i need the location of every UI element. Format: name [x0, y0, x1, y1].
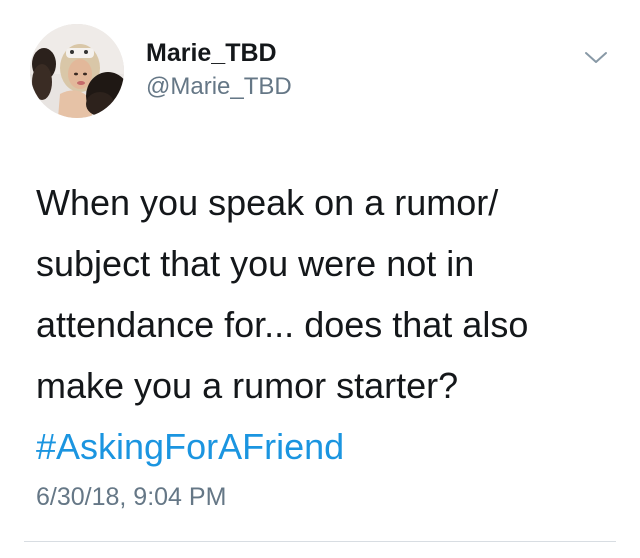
tweet-text-line: subject that you were not in	[36, 243, 475, 284]
tweet-card: Marie_TBD @Marie_TBD When you speak on a…	[0, 0, 640, 558]
author-handle[interactable]: @Marie_TBD	[146, 72, 292, 102]
tweet-menu-button[interactable]	[580, 44, 612, 72]
divider	[24, 541, 616, 542]
tweet-timestamp[interactable]: 6/30/18, 9:04 PM	[36, 481, 226, 513]
chevron-down-icon	[585, 52, 607, 63]
tweet-text-line: make you a rumor starter?	[36, 365, 459, 406]
avatar[interactable]	[30, 24, 124, 118]
hashtag-link[interactable]: #AskingForAFriend	[36, 416, 616, 477]
profile-photo-icon	[30, 24, 124, 118]
tweet-text: When you speak on a rumor/ subject that …	[36, 172, 616, 477]
tweet-text-line: attendance for... does that also	[36, 304, 529, 345]
author-display-name[interactable]: Marie_TBD	[146, 38, 277, 68]
tweet-text-line: When you speak on a rumor/	[36, 182, 499, 223]
